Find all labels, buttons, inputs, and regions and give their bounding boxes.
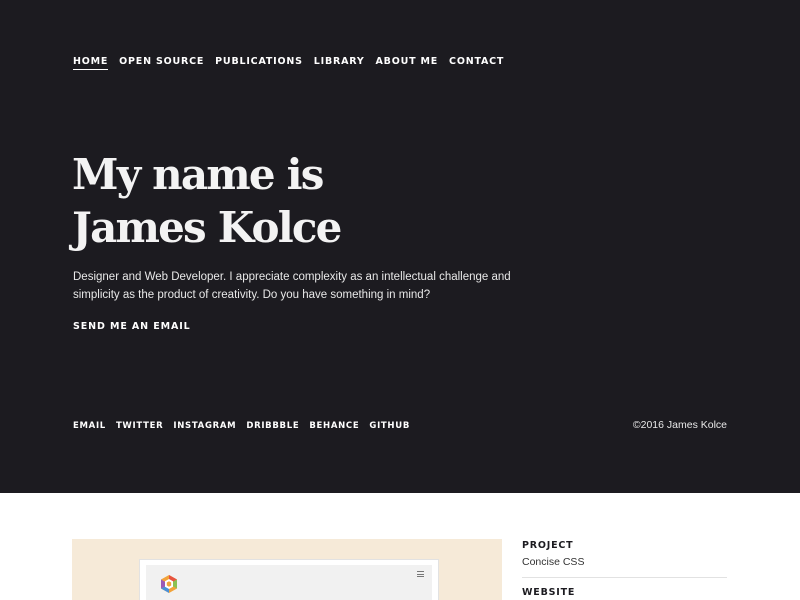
- project-label: PROJECT: [522, 540, 574, 551]
- social-dribbble-link[interactable]: DRIBBBLE: [246, 421, 299, 431]
- headline-line-1: My name is: [72, 150, 324, 199]
- hexagon-logo-icon: [161, 575, 177, 593]
- social-email-link[interactable]: EMAIL: [73, 421, 106, 431]
- hero-section: HOME OPEN SOURCE PUBLICATIONS LIBRARY AB…: [0, 0, 800, 493]
- browser-content: [146, 565, 432, 600]
- social-github-link[interactable]: GITHUB: [369, 421, 410, 431]
- nav-open-source[interactable]: OPEN SOURCE: [119, 56, 204, 70]
- nav-about-me[interactable]: ABOUT ME: [376, 56, 439, 70]
- social-behance-link[interactable]: BEHANCE: [309, 421, 359, 431]
- send-email-link[interactable]: SEND ME AN EMAIL: [73, 321, 191, 332]
- copyright-text: ©2016 James Kolce: [632, 419, 727, 431]
- divider: [522, 577, 727, 578]
- social-instagram-link[interactable]: INSTAGRAM: [173, 421, 236, 431]
- social-links: EMAIL TWITTER INSTAGRAM DRIBBBLE BEHANCE…: [73, 421, 410, 431]
- nav-contact[interactable]: CONTACT: [449, 56, 504, 70]
- nav-publications[interactable]: PUBLICATIONS: [215, 56, 303, 70]
- social-twitter-link[interactable]: TWITTER: [116, 421, 163, 431]
- headline-line-2: James Kolce: [72, 203, 342, 252]
- page-title: My name is James Kolce: [72, 148, 492, 254]
- intro-text: Designer and Web Developer. I appreciate…: [73, 271, 511, 301]
- project-details: PROJECT Concise CSS WEBSITE: [522, 539, 727, 600]
- nav-library[interactable]: LIBRARY: [314, 56, 365, 70]
- nav-home[interactable]: HOME: [73, 56, 109, 70]
- hamburger-menu-icon[interactable]: [417, 571, 424, 577]
- project-thumbnail[interactable]: [72, 539, 502, 600]
- project-value: Concise CSS: [522, 556, 585, 568]
- website-label: WEBSITE: [522, 587, 576, 598]
- browser-mockup: [139, 559, 439, 600]
- main-nav: HOME OPEN SOURCE PUBLICATIONS LIBRARY AB…: [73, 56, 504, 70]
